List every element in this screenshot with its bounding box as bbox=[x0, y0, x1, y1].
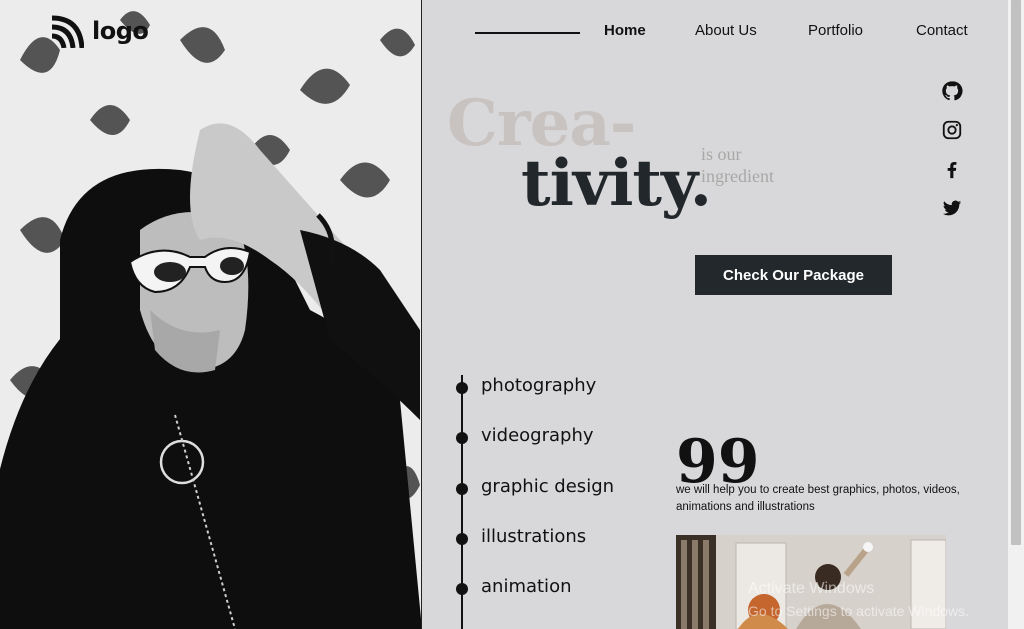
service-item[interactable]: videography bbox=[456, 425, 656, 451]
quote-text: we will help you to create best graphics… bbox=[676, 484, 960, 513]
check-package-button[interactable]: Check Our Package bbox=[695, 255, 892, 295]
os-activation-watermark: Activate Windows Go to Settings to activ… bbox=[748, 578, 969, 622]
bullet-dot-icon bbox=[456, 583, 468, 595]
logo-text: logo bbox=[92, 17, 149, 45]
service-label: animation bbox=[481, 576, 572, 597]
github-icon[interactable] bbox=[941, 80, 963, 102]
service-item[interactable]: photography bbox=[456, 375, 656, 401]
facebook-icon[interactable] bbox=[941, 158, 963, 180]
nav-about-us[interactable]: About Us bbox=[695, 22, 757, 39]
social-links bbox=[941, 80, 963, 236]
watermark-subtitle: Go to Settings to activate Windows. bbox=[748, 603, 969, 619]
hero-subtitle: is our ingredient bbox=[701, 144, 774, 186]
nav-contact[interactable]: Contact bbox=[916, 22, 968, 39]
brand-logo[interactable]: logo bbox=[50, 14, 149, 48]
main-nav: Home About Us Portfolio Contact bbox=[423, 22, 1008, 44]
bullet-dot-icon bbox=[456, 432, 468, 444]
nav-portfolio[interactable]: Portfolio bbox=[808, 22, 863, 39]
service-item[interactable]: graphic design bbox=[456, 476, 656, 502]
service-label: illustrations bbox=[481, 526, 587, 547]
service-item[interactable]: animation bbox=[456, 576, 656, 602]
nav-home[interactable]: Home bbox=[604, 22, 646, 39]
twitter-icon[interactable] bbox=[941, 197, 963, 219]
bullet-dot-icon bbox=[456, 382, 468, 394]
main-content: Home About Us Portfolio Contact Crea- ti… bbox=[423, 0, 1008, 629]
service-label: photography bbox=[481, 375, 597, 396]
service-label: graphic design bbox=[481, 476, 615, 497]
hero-title-line2: tivity. bbox=[521, 146, 712, 221]
instagram-icon[interactable] bbox=[941, 119, 963, 141]
rss-wave-icon bbox=[51, 15, 84, 48]
service-item[interactable]: illustrations bbox=[456, 526, 656, 552]
service-label: videography bbox=[481, 425, 594, 446]
hero-photo-illustration bbox=[0, 0, 421, 629]
hero-photo: logo bbox=[0, 0, 422, 629]
watermark-title: Activate Windows bbox=[748, 580, 875, 597]
bullet-dot-icon bbox=[456, 483, 468, 495]
scrollbar-thumb[interactable] bbox=[1011, 0, 1021, 545]
bullet-dot-icon bbox=[456, 533, 468, 545]
